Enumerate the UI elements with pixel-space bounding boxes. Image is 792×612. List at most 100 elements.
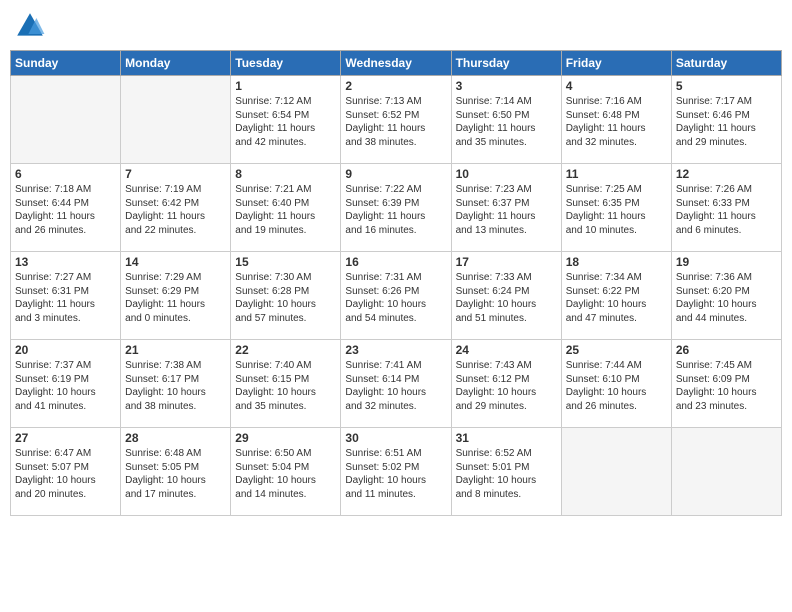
cell-info-line: Daylight: 10 hours <box>235 474 336 488</box>
cell-info-line: Sunrise: 7:41 AM <box>345 359 446 373</box>
weekday-header-wednesday: Wednesday <box>341 51 451 76</box>
calendar-cell: 13Sunrise: 7:27 AMSunset: 6:31 PMDayligh… <box>11 252 121 340</box>
cell-info-line: Sunset: 5:04 PM <box>235 461 336 475</box>
cell-info-line: Sunset: 6:40 PM <box>235 197 336 211</box>
calendar-cell: 7Sunrise: 7:19 AMSunset: 6:42 PMDaylight… <box>121 164 231 252</box>
calendar-cell: 12Sunrise: 7:26 AMSunset: 6:33 PMDayligh… <box>671 164 781 252</box>
cell-info-line: Daylight: 11 hours <box>345 122 446 136</box>
cell-info-line: Sunrise: 7:21 AM <box>235 183 336 197</box>
cell-info-line: and 32 minutes. <box>566 136 667 150</box>
day-number: 31 <box>456 431 557 445</box>
cell-info-line: Sunset: 6:22 PM <box>566 285 667 299</box>
cell-info-line: and 29 minutes. <box>676 136 777 150</box>
cell-info-line: Sunrise: 7:17 AM <box>676 95 777 109</box>
calendar-cell: 21Sunrise: 7:38 AMSunset: 6:17 PMDayligh… <box>121 340 231 428</box>
day-number: 28 <box>125 431 226 445</box>
day-number: 4 <box>566 79 667 93</box>
calendar-cell: 25Sunrise: 7:44 AMSunset: 6:10 PMDayligh… <box>561 340 671 428</box>
cell-info-line: Sunset: 6:31 PM <box>15 285 116 299</box>
calendar-cell: 4Sunrise: 7:16 AMSunset: 6:48 PMDaylight… <box>561 76 671 164</box>
day-number: 19 <box>676 255 777 269</box>
day-number: 2 <box>345 79 446 93</box>
cell-info-line: Daylight: 11 hours <box>566 210 667 224</box>
calendar-cell: 14Sunrise: 7:29 AMSunset: 6:29 PMDayligh… <box>121 252 231 340</box>
cell-info-line: Sunrise: 7:19 AM <box>125 183 226 197</box>
cell-info-line: and 14 minutes. <box>235 488 336 502</box>
day-number: 3 <box>456 79 557 93</box>
cell-info-line: Sunrise: 7:14 AM <box>456 95 557 109</box>
day-number: 12 <box>676 167 777 181</box>
cell-info-line: Daylight: 11 hours <box>456 210 557 224</box>
calendar-cell: 8Sunrise: 7:21 AMSunset: 6:40 PMDaylight… <box>231 164 341 252</box>
cell-info-line: Sunset: 6:35 PM <box>566 197 667 211</box>
calendar-cell: 6Sunrise: 7:18 AMSunset: 6:44 PMDaylight… <box>11 164 121 252</box>
day-number: 7 <box>125 167 226 181</box>
cell-info-line: Sunrise: 7:40 AM <box>235 359 336 373</box>
calendar-cell: 3Sunrise: 7:14 AMSunset: 6:50 PMDaylight… <box>451 76 561 164</box>
calendar-cell: 24Sunrise: 7:43 AMSunset: 6:12 PMDayligh… <box>451 340 561 428</box>
cell-info-line: and 16 minutes. <box>345 224 446 238</box>
cell-info-line: and 47 minutes. <box>566 312 667 326</box>
cell-info-line: and 19 minutes. <box>235 224 336 238</box>
cell-info-line: Sunrise: 7:16 AM <box>566 95 667 109</box>
cell-info-line: Daylight: 10 hours <box>676 298 777 312</box>
cell-info-line: Sunset: 6:46 PM <box>676 109 777 123</box>
calendar-cell: 23Sunrise: 7:41 AMSunset: 6:14 PMDayligh… <box>341 340 451 428</box>
weekday-header-tuesday: Tuesday <box>231 51 341 76</box>
cell-info-line: and 26 minutes. <box>566 400 667 414</box>
cell-info-line: Sunrise: 7:37 AM <box>15 359 116 373</box>
cell-info-line: Daylight: 10 hours <box>125 474 226 488</box>
calendar-cell: 9Sunrise: 7:22 AMSunset: 6:39 PMDaylight… <box>341 164 451 252</box>
cell-info-line: Daylight: 11 hours <box>15 210 116 224</box>
cell-info-line: Daylight: 10 hours <box>456 386 557 400</box>
weekday-header-friday: Friday <box>561 51 671 76</box>
calendar-cell: 2Sunrise: 7:13 AMSunset: 6:52 PMDaylight… <box>341 76 451 164</box>
cell-info-line: and 0 minutes. <box>125 312 226 326</box>
cell-info-line: Sunset: 6:54 PM <box>235 109 336 123</box>
weekday-header-sunday: Sunday <box>11 51 121 76</box>
cell-info-line: Sunset: 6:14 PM <box>345 373 446 387</box>
cell-info-line: Sunrise: 7:23 AM <box>456 183 557 197</box>
calendar-cell: 28Sunrise: 6:48 AMSunset: 5:05 PMDayligh… <box>121 428 231 516</box>
weekday-header-thursday: Thursday <box>451 51 561 76</box>
cell-info-line: Sunrise: 7:13 AM <box>345 95 446 109</box>
day-number: 24 <box>456 343 557 357</box>
calendar-cell: 1Sunrise: 7:12 AMSunset: 6:54 PMDaylight… <box>231 76 341 164</box>
cell-info-line: and 35 minutes. <box>235 400 336 414</box>
day-number: 27 <box>15 431 116 445</box>
cell-info-line: Daylight: 11 hours <box>125 298 226 312</box>
cell-info-line: and 17 minutes. <box>125 488 226 502</box>
cell-info-line: Sunrise: 7:18 AM <box>15 183 116 197</box>
calendar-cell: 17Sunrise: 7:33 AMSunset: 6:24 PMDayligh… <box>451 252 561 340</box>
calendar-cell: 5Sunrise: 7:17 AMSunset: 6:46 PMDaylight… <box>671 76 781 164</box>
day-number: 29 <box>235 431 336 445</box>
cell-info-line: Sunset: 6:39 PM <box>345 197 446 211</box>
cell-info-line: Daylight: 10 hours <box>345 386 446 400</box>
cell-info-line: and 29 minutes. <box>456 400 557 414</box>
day-number: 17 <box>456 255 557 269</box>
day-number: 21 <box>125 343 226 357</box>
cell-info-line: and 35 minutes. <box>456 136 557 150</box>
cell-info-line: and 38 minutes. <box>345 136 446 150</box>
cell-info-line: Sunset: 6:15 PM <box>235 373 336 387</box>
cell-info-line: and 11 minutes. <box>345 488 446 502</box>
cell-info-line: and 22 minutes. <box>125 224 226 238</box>
cell-info-line: and 42 minutes. <box>235 136 336 150</box>
calendar-cell: 10Sunrise: 7:23 AMSunset: 6:37 PMDayligh… <box>451 164 561 252</box>
cell-info-line: Sunrise: 7:45 AM <box>676 359 777 373</box>
cell-info-line: Daylight: 11 hours <box>676 210 777 224</box>
calendar-cell: 29Sunrise: 6:50 AMSunset: 5:04 PMDayligh… <box>231 428 341 516</box>
cell-info-line: Sunrise: 7:33 AM <box>456 271 557 285</box>
cell-info-line: Sunrise: 6:51 AM <box>345 447 446 461</box>
cell-info-line: Sunset: 6:33 PM <box>676 197 777 211</box>
cell-info-line: Sunset: 5:02 PM <box>345 461 446 475</box>
day-number: 8 <box>235 167 336 181</box>
cell-info-line: Sunrise: 7:12 AM <box>235 95 336 109</box>
cell-info-line: and 6 minutes. <box>676 224 777 238</box>
cell-info-line: Sunset: 6:20 PM <box>676 285 777 299</box>
day-number: 30 <box>345 431 446 445</box>
cell-info-line: Daylight: 10 hours <box>345 298 446 312</box>
cell-info-line: Daylight: 10 hours <box>566 386 667 400</box>
cell-info-line: and 20 minutes. <box>15 488 116 502</box>
cell-info-line: Sunset: 6:50 PM <box>456 109 557 123</box>
